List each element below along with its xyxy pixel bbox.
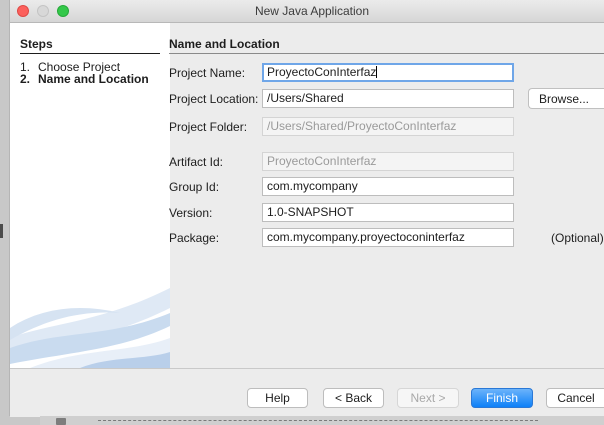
- project-folder-field: /Users/Shared/ProyectoConInterfaz: [262, 117, 514, 136]
- finish-button[interactable]: Finish: [471, 388, 533, 408]
- dialog-window: New Java Application Steps 1. Choose Proj…: [9, 0, 604, 417]
- window-title: New Java Application: [254, 4, 370, 18]
- title-bar: New Java Application: [10, 0, 604, 23]
- project-name-value: ProyectoConInterfaz: [267, 65, 377, 79]
- background-icon: [56, 418, 66, 425]
- netbeans-swoosh-graphic: [10, 288, 170, 368]
- package-field[interactable]: com.mycompany.proyectoconinterfaz: [262, 228, 514, 247]
- group-id-field[interactable]: com.mycompany: [262, 177, 514, 196]
- back-button[interactable]: < Back: [323, 388, 384, 408]
- project-name-label: Project Name:: [169, 66, 246, 80]
- next-button: Next >: [397, 388, 459, 408]
- project-location-label: Project Location:: [169, 92, 259, 106]
- browse-button[interactable]: Browse...: [528, 88, 604, 109]
- steps-heading: Steps: [20, 37, 160, 54]
- package-label: Package:: [169, 231, 220, 245]
- version-label: Version:: [169, 206, 213, 220]
- project-folder-label: Project Folder:: [169, 120, 248, 134]
- step-label: Name and Location: [38, 72, 149, 86]
- background-editor-strip: [40, 416, 604, 425]
- help-button[interactable]: Help: [247, 388, 308, 408]
- step-number: 2.: [20, 72, 31, 86]
- group-id-label: Group Id:: [169, 180, 220, 194]
- panel-heading: Name and Location: [169, 37, 604, 54]
- background-dashed-line: [98, 420, 538, 421]
- steps-panel: Steps 1. Choose Project 2. Name and Locati…: [10, 23, 170, 368]
- artifact-id-field: ProyectoConInterfaz: [262, 152, 514, 171]
- optional-note: (Optional): [551, 231, 604, 245]
- text-caret: [376, 66, 378, 78]
- artifact-id-label: Artifact Id:: [169, 155, 224, 169]
- version-field[interactable]: 1.0-SNAPSHOT: [262, 203, 514, 222]
- cancel-button[interactable]: Cancel: [546, 388, 604, 408]
- project-location-field[interactable]: /Users/Shared: [262, 89, 514, 108]
- project-name-field[interactable]: ProyectoConInterfaz: [262, 63, 514, 82]
- background-window-edge: [0, 224, 3, 238]
- step-name-and-location: 2. Name and Location: [20, 73, 149, 86]
